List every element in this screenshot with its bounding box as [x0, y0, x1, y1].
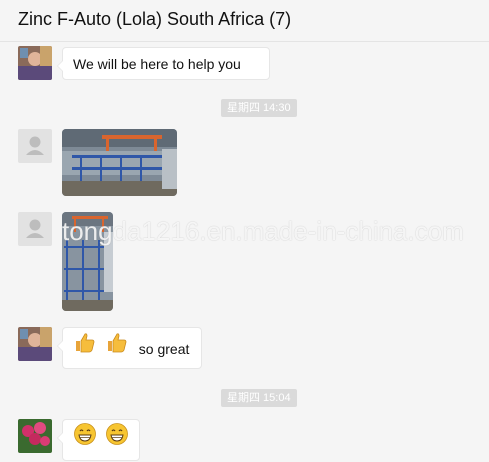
grinning-emoji — [105, 421, 129, 461]
message-bubble[interactable] — [57, 419, 140, 461]
factory-line-photo — [62, 129, 177, 196]
message-bubble[interactable]: We will be here to help you — [57, 47, 270, 80]
user-avatar[interactable] — [18, 327, 52, 361]
default-avatar-icon[interactable] — [18, 129, 52, 163]
chat-header: Zinc F-Auto (Lola) South Africa (7) — [0, 0, 489, 42]
timestamp: 星期四 15:04 — [221, 389, 297, 407]
image-message[interactable] — [62, 212, 113, 311]
timestamp: 星期四 14:30 — [221, 99, 297, 117]
message-text: so great — [138, 341, 190, 358]
grinning-emoji — [73, 421, 97, 461]
default-avatar-icon[interactable] — [18, 212, 52, 246]
thumbs-up-emoji — [105, 329, 129, 369]
watermark: tongda1216.en.made-in-china.com — [62, 216, 464, 246]
message-text: We will be here to help you — [73, 56, 241, 72]
user-avatar[interactable] — [18, 46, 52, 80]
flowers-avatar[interactable] — [18, 419, 52, 453]
chat-title: Zinc F-Auto (Lola) South Africa (7) — [18, 9, 292, 29]
image-message[interactable] — [62, 129, 177, 196]
factory-racks-photo — [62, 212, 113, 311]
thumbs-up-emoji — [73, 329, 97, 369]
message-bubble[interactable]: so great — [57, 327, 202, 369]
